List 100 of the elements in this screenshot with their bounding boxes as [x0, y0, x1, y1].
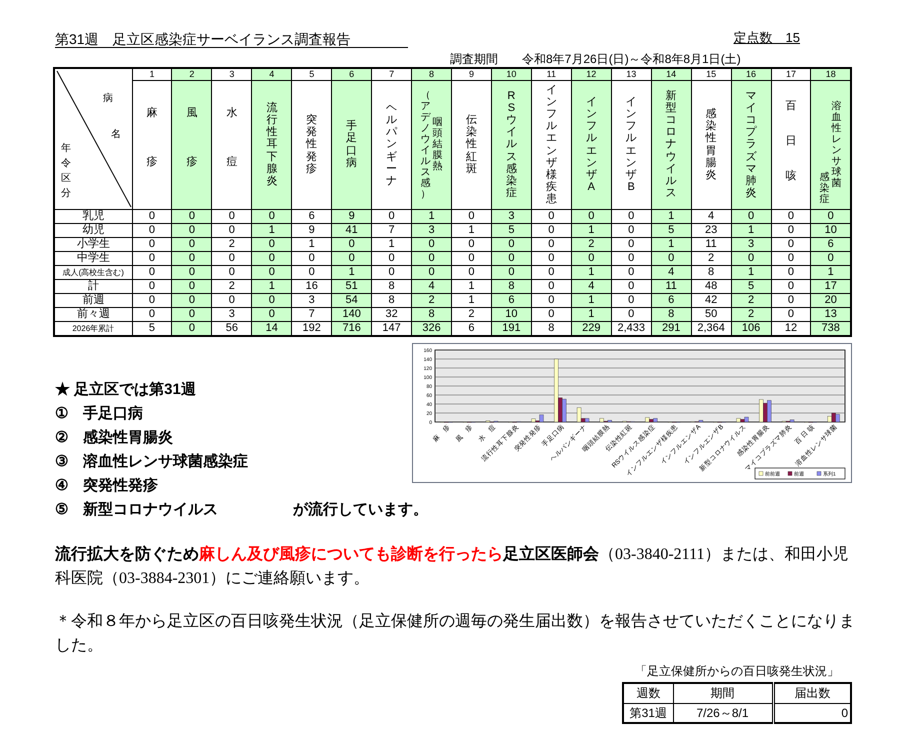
notice-paragraph: 流行拡大を防ぐため麻しん及び風疹についても診断を行ったら足立区医師会（03-3840-2111）または、和田小児科医院（03-3884-2301）にご連絡願います。 [55, 544, 850, 589]
table-cell: 3 [292, 293, 332, 307]
column-header: 期間 [673, 683, 773, 703]
table-cell: 2 [731, 307, 771, 321]
column-number: 15 [691, 68, 732, 80]
table-cell: 8 [691, 265, 732, 279]
table-cell: 0 [452, 209, 492, 223]
table-cell: 23 [691, 223, 732, 237]
table-cell: 0 [731, 251, 771, 265]
table-cell: 20 [810, 293, 851, 307]
disease-name: 百日咳 [785, 98, 796, 184]
disease-name: インフルエンザA [586, 96, 597, 193]
table-cell: 48 [691, 279, 732, 293]
table-cell: 0 [212, 251, 252, 265]
table-cell: 2 [571, 237, 612, 251]
table-cell: 0 [252, 251, 292, 265]
legend-swatch [788, 471, 792, 476]
table-cell: 0 [651, 251, 692, 265]
table-cell: 8 [531, 321, 572, 336]
disease-name: 手足口病 [346, 120, 358, 169]
table-cell: 147 [372, 321, 412, 336]
column-number: 17 [771, 68, 811, 80]
table-cell: 11 [691, 237, 732, 251]
table-cell: 1 [452, 279, 492, 293]
table-cell: 738 [810, 321, 851, 336]
table-cell: 0 [452, 265, 492, 279]
table-cell: 16 [292, 279, 332, 293]
table-cell: 0 [491, 265, 532, 279]
table-cell: 0 [531, 293, 572, 307]
table-cell: 4 [651, 265, 692, 279]
table-cell: 1 [292, 237, 332, 251]
table-cell: 0 [611, 237, 652, 251]
disease-name: 咽頭結膜熱 [432, 117, 443, 172]
table-cell: 0 [172, 223, 212, 237]
column-number: 14 [651, 68, 692, 80]
table-cell: 0 [332, 237, 372, 251]
table-cell: 8 [491, 279, 532, 293]
table-cell: 0 [292, 251, 332, 265]
table-cell: 0 [571, 209, 612, 223]
corner-label: 年令区分 [61, 142, 71, 200]
table-cell: 0 [372, 251, 412, 265]
table-cell: 5 [731, 279, 771, 293]
table-cell: 716 [332, 321, 372, 336]
row-label: 前週 [54, 293, 132, 307]
table-cell: 50 [691, 307, 732, 321]
column-number: 4 [252, 68, 292, 80]
table-cell: 0 [771, 307, 811, 321]
table-cell: 2 [412, 293, 452, 307]
table-cell: 8 [372, 293, 412, 307]
table-cell: 1 [571, 307, 612, 321]
table-caption: 「足立保健所からの百日咳発生状況」 [634, 663, 840, 680]
table-cell: 0 [571, 251, 612, 265]
list-number: ① [55, 404, 69, 424]
table-cell: 8 [372, 279, 412, 293]
disease-name: 突発性発疹 [306, 114, 318, 175]
table-cell: 7/26～8/1 [673, 703, 773, 723]
disease-name: 風疹 [186, 106, 198, 170]
table-cell: 0 [172, 293, 212, 307]
table-cell: 0 [611, 209, 652, 223]
table-cell: 0 [531, 279, 572, 293]
table-cell: 1 [571, 223, 612, 237]
disease-name: 流行性耳下腺炎 [266, 102, 278, 187]
column-number: 10 [491, 68, 532, 80]
table-cell: 41 [332, 223, 372, 237]
table-cell: 0 [172, 265, 212, 279]
table-cell: 0 [172, 237, 212, 251]
table-cell: 0 [132, 223, 172, 237]
table-cell: 1 [452, 293, 492, 307]
table-cell: 9 [292, 223, 332, 237]
row-label: 計 [54, 279, 132, 293]
table-cell: 0 [252, 265, 292, 279]
legend-swatch [816, 471, 822, 476]
column-number: 6 [332, 68, 372, 80]
table-cell: 0 [452, 237, 492, 251]
column-number: 1 [132, 68, 172, 80]
disease-name: インフルエンザ様疾患 [546, 84, 557, 205]
column-number: 5 [292, 68, 332, 80]
table-cell: 0 [132, 209, 172, 223]
table-cell: 0 [531, 265, 572, 279]
table-cell: 4 [412, 279, 452, 293]
table-cell: 0 [132, 237, 172, 251]
table-cell: 0 [172, 321, 212, 336]
disease-name: 麻疹 [146, 106, 158, 170]
table-cell: 0 [611, 265, 652, 279]
corner-label: 病 [103, 92, 113, 104]
disease-name: RSウイルス感染症 [506, 90, 517, 199]
table-cell: 51 [332, 279, 372, 293]
table-cell: 11 [651, 279, 692, 293]
column-number: 16 [731, 68, 771, 80]
table-cell: 3 [491, 209, 532, 223]
table-cell: 12 [771, 321, 811, 336]
table-cell: 0 [771, 265, 811, 279]
table-cell: 0 [810, 251, 851, 265]
disease-name: インフルエンザB [626, 96, 637, 193]
disease-name: ヘルパンギーナ [386, 102, 398, 187]
row-label: 乳児 [54, 209, 132, 223]
table-cell: 0 [531, 223, 572, 237]
table-cell: 0 [491, 251, 532, 265]
disease-item: 新型コロナウイルス [83, 500, 219, 520]
table-cell: 1 [651, 237, 692, 251]
